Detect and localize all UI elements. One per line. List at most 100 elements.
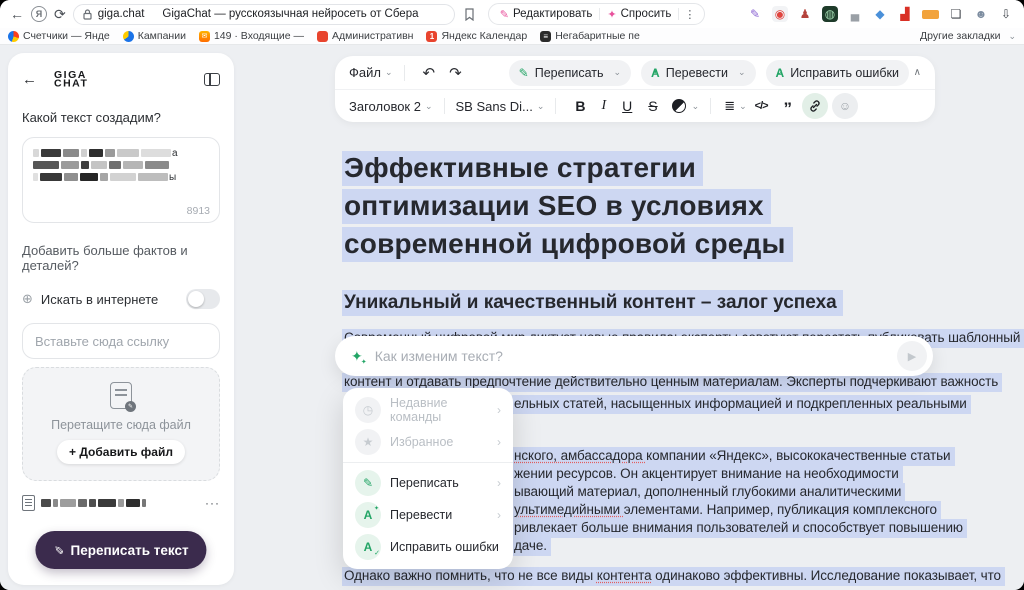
font-dropdown[interactable]: SB Sans Di... (456, 99, 533, 114)
collapse-panel-icon[interactable] (204, 73, 220, 86)
quote-icon[interactable]: ” (784, 105, 793, 113)
bookmark-item[interactable]: Кампании (123, 30, 186, 42)
battery-extension-icon[interactable] (922, 10, 939, 19)
redacted-block (91, 161, 107, 169)
strikethrough-button[interactable]: S (648, 98, 657, 114)
lock-icon (83, 9, 92, 20)
bookmark-item[interactable]: Административн (317, 30, 413, 42)
redacted-block (80, 173, 98, 181)
ask-page-button[interactable]: ✦Спросить (600, 8, 678, 21)
purple-pen-extension-icon[interactable]: ✎ (747, 6, 763, 22)
list-icon[interactable]: ≣ (724, 98, 735, 114)
red-bars-extension-icon[interactable]: ▟ (897, 6, 913, 22)
file-dropzone[interactable]: ✎ Перетащите сюда файл + Добавить файл (22, 367, 220, 481)
rewrite-text-button[interactable]: ✎ Переписать текст (35, 531, 206, 569)
rewrite-action-button[interactable]: Переписать⌄ (509, 60, 631, 86)
prompt-textarea[interactable]: а ы 8913 (22, 137, 220, 223)
dropzone-label: Перетащите сюда файл (51, 418, 191, 432)
text-segment: Однако важно помнить, что не все виды (344, 568, 597, 583)
attached-file-row[interactable]: ··· (22, 494, 220, 512)
text-segment: нского, (514, 448, 561, 463)
subheading-text: Уникальный и качественный контент – зало… (342, 290, 843, 316)
code-icon[interactable]: </> (755, 100, 768, 112)
back-arrow-icon[interactable]: ← (22, 71, 37, 88)
download-extension-icon[interactable]: ⇩ (998, 6, 1014, 22)
redacted-block (141, 149, 171, 157)
bookmark-label: Кампании (138, 30, 186, 42)
search-internet-toggle[interactable] (186, 289, 220, 309)
underline-button[interactable]: U (622, 98, 632, 114)
redacted-block (61, 161, 79, 169)
italic-button[interactable]: I (602, 98, 607, 114)
menu-item[interactable]: Переписать› (343, 467, 513, 499)
divider (555, 98, 556, 114)
gray-dome-extension-icon[interactable]: ▄ (847, 6, 863, 22)
paragraph-text: ельных статей, насыщенных информацией и … (512, 395, 971, 414)
send-icon[interactable]: ▶ (897, 341, 927, 371)
shield-extension-icon[interactable]: ◉ (772, 6, 788, 22)
blue-cube-extension-icon[interactable]: ◆ (872, 6, 888, 22)
redacted-block (81, 149, 87, 157)
redo-icon[interactable]: ↷ (449, 64, 462, 82)
paragraph-line: Однако важно помнить, что не все виды ко… (342, 568, 1005, 583)
submenu-arrow-icon: › (497, 403, 501, 417)
text-segment: элементами. Например, публикация комплек… (624, 502, 937, 517)
refresh-icon[interactable]: ⟳ (54, 6, 66, 23)
menu-item[interactable]: Недавние команды› (343, 394, 513, 426)
translate-action-label: Перевести (666, 66, 728, 80)
address-pill[interactable]: giga.chat GigaChat — русскоязычная нейро… (73, 4, 455, 25)
bookmarks-bar: Счетчики — Янде Кампании ✉149 · Входящие —… (0, 28, 1024, 45)
translate-icon (355, 502, 381, 528)
bookmark-label: Яндекс Календар (441, 30, 527, 42)
document-title[interactable]: Эффективные стратегииоптимизации SEO в у… (342, 149, 793, 263)
text-color-icon[interactable] (672, 99, 686, 113)
person-check-extension-icon[interactable]: ☻ (973, 6, 989, 22)
more-options-icon[interactable]: ⋮ (679, 8, 700, 21)
red-figure-extension-icon[interactable]: ♟ (797, 6, 813, 22)
collapse-toolbar-icon[interactable]: ∧ (914, 67, 921, 78)
add-file-button[interactable]: + Добавить файл (57, 440, 185, 464)
gigachat-logo: GIGA CHAT (54, 71, 88, 87)
menu-item-label: Перевести (390, 508, 452, 522)
star-icon (355, 429, 381, 455)
paragraph-line: даче. (512, 538, 551, 553)
menu-item-label: Переписать (390, 476, 459, 490)
bold-button[interactable]: B (575, 98, 585, 114)
link-input[interactable] (22, 323, 220, 359)
paragraph-style-dropdown[interactable]: Заголовок 2 (349, 99, 421, 114)
document-title-line: современной цифровой среды (342, 225, 793, 263)
redacted-block (105, 149, 115, 157)
text-segment: амбассадора (561, 448, 647, 463)
file-menu-icon[interactable]: ··· (205, 496, 220, 510)
menu-item[interactable]: Исправить ошибки (343, 531, 513, 563)
back-icon[interactable]: ← (10, 6, 24, 22)
green-square-extension-icon[interactable]: ◍ (822, 6, 838, 22)
redacted-block (138, 173, 168, 181)
link-button[interactable] (802, 93, 828, 119)
bookmark-item[interactable]: ✉149 · Входящие — (199, 30, 304, 42)
undo-icon[interactable]: ↶ (423, 64, 436, 82)
bookmark-item[interactable]: ≡Негабаритные пе (540, 30, 640, 42)
fix-errors-action-button[interactable]: Исправить ошибки (766, 60, 910, 86)
document-subheading[interactable]: Уникальный и качественный контент – зало… (342, 292, 843, 314)
paragraph-line: ывающий материал, дополненный глубокими … (512, 484, 905, 499)
redacted-block (41, 499, 51, 507)
translate-action-button[interactable]: Перевести⌄ (641, 60, 755, 86)
title-text: современной цифровой среды (342, 227, 793, 262)
other-bookmarks-button[interactable]: Другие закладки⌄ (920, 30, 1016, 42)
ai-command-input[interactable] (373, 347, 897, 365)
yandex-browser-icon[interactable]: Я (31, 6, 47, 22)
bookmark-item[interactable]: Счетчики — Янде (8, 30, 110, 42)
file-menu-button[interactable]: Файл (349, 65, 381, 80)
facts-label: Добавить больше фактов и деталей? (22, 243, 220, 273)
bookmark-label: Негабаритные пе (555, 30, 640, 42)
redacted-block (89, 149, 103, 157)
bookmark-icon[interactable] (464, 8, 475, 21)
toolbar-row-format: Заголовок 2⌄ SB Sans Di...⌄ B I U S ⌄ ≣⌄… (335, 89, 935, 122)
menu-item[interactable]: Перевести› (343, 499, 513, 531)
tag-extension-icon[interactable]: ❏ (948, 6, 964, 22)
bookmark-item[interactable]: 1Яндекс Календар (426, 30, 527, 42)
emoji-button[interactable]: ☺ (832, 93, 858, 119)
menu-item[interactable]: Избранное› (343, 426, 513, 458)
edit-page-button[interactable]: ✎Редактировать (493, 8, 600, 21)
